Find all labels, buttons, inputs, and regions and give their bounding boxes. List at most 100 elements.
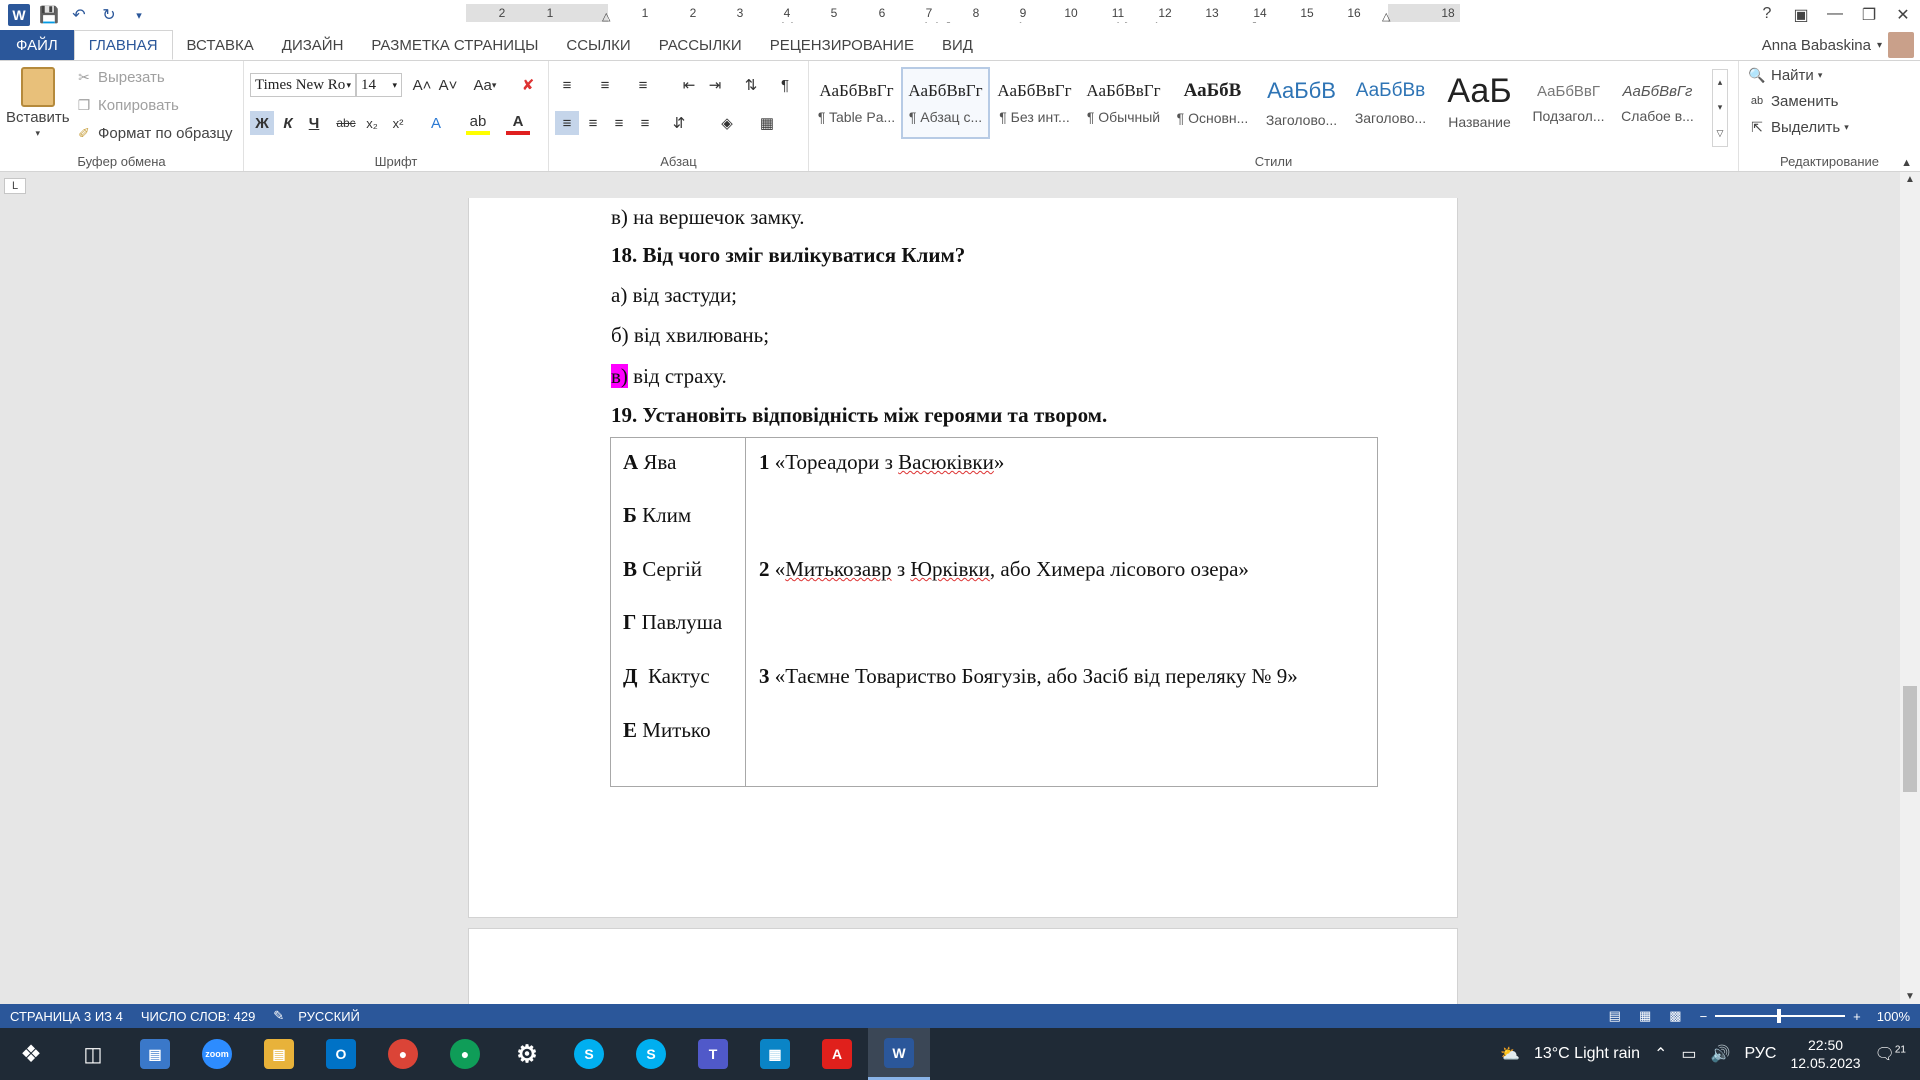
style-normal[interactable]: АаБбВвГг ¶ Обычный <box>1079 67 1168 139</box>
sort-icon[interactable]: ⇅ <box>739 73 763 97</box>
multilevel-list-icon[interactable]: ≡ <box>631 73 655 97</box>
horizontal-ruler[interactable]: 2 1 1 2 3 4 5 6 7 8 9 10 11 12 13 14 15 … <box>466 4 1460 23</box>
decrease-indent-icon[interactable]: ⇤ <box>677 73 701 97</box>
taskbar-app[interactable]: ▤ <box>248 1028 310 1080</box>
tab-review[interactable]: РЕЦЕНЗИРОВАНИЕ <box>756 30 928 60</box>
change-case-button[interactable]: Aa ▾ <box>468 73 502 97</box>
clear-formatting-icon[interactable]: ✘ <box>516 73 540 97</box>
taskbar-app-word[interactable]: W <box>868 1028 930 1080</box>
font-color-icon[interactable]: A <box>506 111 530 135</box>
scroll-down-icon[interactable]: ▼ <box>1905 991 1915 1002</box>
style-subtle-emphasis[interactable]: АаБбВвГг Слабое в... <box>1613 67 1702 139</box>
taskbar-app[interactable]: S <box>620 1028 682 1080</box>
taskbar-app[interactable]: T <box>682 1028 744 1080</box>
help-button[interactable]: ? <box>1750 5 1784 25</box>
redo-icon[interactable]: ↻ <box>98 4 120 26</box>
minimize-button[interactable]: — <box>1818 5 1852 25</box>
tab-layout[interactable]: РАЗМЕТКА СТРАНИЦЫ <box>357 30 552 60</box>
show-formatting-icon[interactable]: ¶ <box>773 73 797 97</box>
zoom-out-icon[interactable]: − <box>1700 1009 1708 1024</box>
numbering-icon[interactable]: ≡ <box>593 73 617 97</box>
tab-file[interactable]: ФАЙЛ <box>0 30 74 60</box>
volume-icon[interactable]: 🔊 <box>1711 1044 1731 1064</box>
font-name-combo[interactable]: Times New Ro ▾ <box>250 73 356 97</box>
collapse-ribbon-icon[interactable]: ▲ <box>1901 157 1912 169</box>
superscript-button[interactable]: x² <box>386 111 410 135</box>
task-view-button[interactable]: ◫ <box>62 1028 124 1080</box>
bullets-icon[interactable]: ≡ <box>555 73 579 97</box>
cut-button[interactable]: ✂ Вырезать <box>74 67 165 87</box>
copy-button[interactable]: ❐ Копировать <box>74 95 179 115</box>
style-title[interactable]: АаБ Название <box>1435 67 1524 139</box>
style-no-spacing[interactable]: АаБбВвГг ¶ Без инт... <box>990 67 1079 139</box>
borders-icon[interactable]: ▦ <box>755 111 779 135</box>
align-left-icon[interactable]: ≡ <box>555 111 579 135</box>
proofing-icon[interactable]: ✎ <box>273 1008 284 1024</box>
select-button[interactable]: ⇱ Выделить ▾ <box>1747 117 1849 137</box>
word-app-icon[interactable]: W <box>8 4 30 26</box>
save-icon[interactable]: 💾 <box>38 4 60 26</box>
read-mode-icon[interactable]: ▤ <box>1609 1008 1621 1024</box>
close-button[interactable]: ✕ <box>1886 5 1920 25</box>
taskbar-app[interactable]: A <box>806 1028 868 1080</box>
tab-selector[interactable]: L <box>4 178 26 194</box>
zoom-in-icon[interactable]: + <box>1853 1009 1861 1024</box>
align-center-icon[interactable]: ≡ <box>581 111 605 135</box>
print-layout-icon[interactable]: ▦ <box>1639 1008 1651 1024</box>
style-list-paragraph[interactable]: АаБбВвГг ¶ Абзац с... <box>901 67 990 139</box>
bold-button[interactable]: Ж <box>250 111 274 135</box>
weather-icon[interactable]: ⛅ <box>1500 1044 1520 1064</box>
taskbar-app[interactable]: ▤ <box>124 1028 186 1080</box>
indent-marker[interactable]: △ <box>602 10 610 23</box>
styles-scroll[interactable]: ▴ ▾ ▽ <box>1712 69 1728 147</box>
underline-button[interactable]: Ч <box>302 111 326 135</box>
shading-icon[interactable]: ◈ <box>715 111 739 135</box>
highlight-color-icon[interactable]: ab <box>466 111 490 135</box>
right-indent-marker[interactable]: △ <box>1382 10 1390 23</box>
undo-icon[interactable]: ↶ <box>68 4 90 26</box>
start-button[interactable]: ❖ <box>0 1028 62 1080</box>
tab-insert[interactable]: ВСТАВКА <box>173 30 268 60</box>
document-area[interactable]: в) на вершечок замку. 18. Від чого зміг … <box>0 198 1900 1004</box>
style-body[interactable]: АаБбВ ¶ Основн... <box>1168 67 1257 139</box>
style-heading-1[interactable]: АаБбВ Заголово... <box>1257 67 1346 139</box>
tab-design[interactable]: ДИЗАЙН <box>268 30 358 60</box>
chevron-up-icon[interactable]: ⌃ <box>1654 1044 1667 1064</box>
clock[interactable]: 22:50 12.05.2023 <box>1790 1036 1860 1072</box>
taskbar-app[interactable]: ▦ <box>744 1028 806 1080</box>
vertical-scrollbar[interactable]: ▲ ▼ <box>1900 172 1920 1004</box>
align-right-icon[interactable]: ≡ <box>607 111 631 135</box>
font-size-combo[interactable]: 14 ▾ <box>356 73 402 97</box>
grow-font-button[interactable]: A˄ <box>410 73 434 97</box>
chevron-up-icon[interactable]: ▴ <box>1718 77 1723 88</box>
language[interactable]: РУССКИЙ <box>298 1009 360 1024</box>
scroll-thumb[interactable] <box>1903 686 1917 792</box>
increase-indent-icon[interactable]: ⇥ <box>703 73 727 97</box>
word-count[interactable]: ЧИСЛО СЛОВ: 429 <box>141 1009 255 1024</box>
style-subtitle[interactable]: АаБбВвГ Подзагол... <box>1524 67 1613 139</box>
user-account[interactable]: Anna Babaskina ▾ <box>1762 30 1920 60</box>
tab-references[interactable]: ССЫЛКИ <box>552 30 644 60</box>
replace-button[interactable]: ab Заменить <box>1747 91 1839 111</box>
format-painter-button[interactable]: ✐ Формат по образцу <box>74 123 232 143</box>
weather-text[interactable]: 13°C Light rain <box>1534 1045 1640 1063</box>
page-count[interactable]: СТРАНИЦА 3 ИЗ 4 <box>10 1009 123 1024</box>
scroll-up-icon[interactable]: ▲ <box>1905 174 1915 185</box>
find-button[interactable]: 🔍 Найти ▾ <box>1747 65 1822 85</box>
taskbar-app[interactable]: S <box>558 1028 620 1080</box>
subscript-button[interactable]: x₂ <box>360 111 384 135</box>
battery-icon[interactable]: ▭ <box>1681 1044 1696 1064</box>
taskbar-app[interactable]: ● <box>434 1028 496 1080</box>
customize-toolbar-icon[interactable]: ▾ <box>128 4 150 26</box>
matching-table[interactable]: А Ява Б Клим В Сергій Г Павлуша Д Кактус… <box>610 437 1378 787</box>
taskbar-app[interactable]: ⚙ <box>496 1028 558 1080</box>
taskbar-app[interactable]: ● <box>372 1028 434 1080</box>
zoom-level[interactable]: 100% <box>1877 1009 1910 1024</box>
style-heading-2[interactable]: АаБбВв Заголово... <box>1346 67 1435 139</box>
taskbar-app[interactable]: zoom <box>186 1028 248 1080</box>
notification-icon[interactable]: 🗨21 <box>1875 1044 1906 1064</box>
strikethrough-button[interactable]: abc <box>334 111 358 135</box>
shrink-font-button[interactable]: A˅ <box>436 73 460 97</box>
tab-view[interactable]: ВИД <box>928 30 987 60</box>
restore-button[interactable]: ❐ <box>1852 5 1886 25</box>
